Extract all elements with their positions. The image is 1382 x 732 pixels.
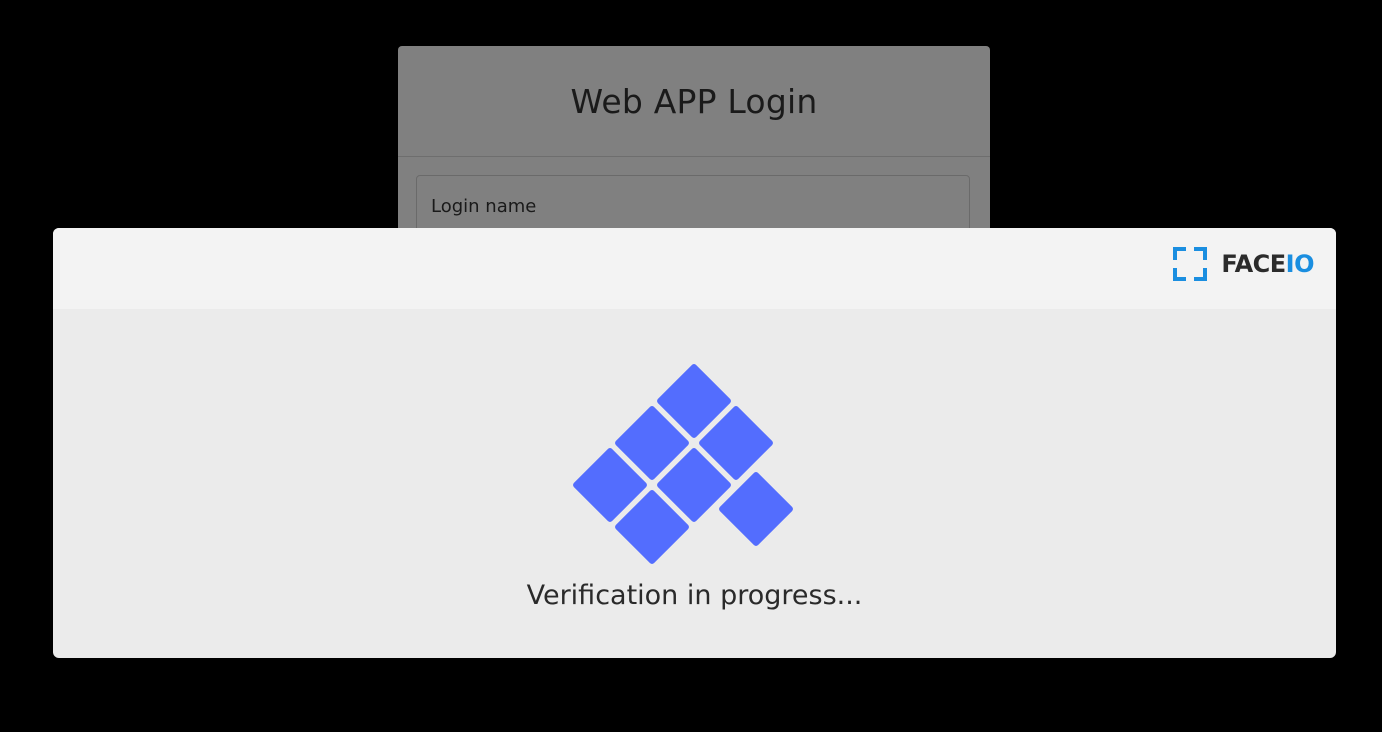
- verification-status: Verification in progress...: [526, 580, 863, 611]
- login-name-placeholder: Login name: [431, 196, 537, 217]
- faceio-wordmark: FACEIO: [1221, 250, 1314, 278]
- faceio-logo: FACEIO: [1173, 247, 1315, 281]
- login-title: Web APP Login: [570, 81, 818, 121]
- faceio-face-text: FACE: [1221, 250, 1286, 278]
- faceio-io-text: IO: [1285, 250, 1315, 278]
- login-header: Web APP Login: [398, 46, 990, 157]
- modal-header: FACEIO: [53, 228, 1336, 309]
- faceio-modal: FACEIO Verification in progress...: [53, 228, 1336, 658]
- login-name-field[interactable]: Login name: [416, 175, 970, 235]
- page: Web APP Login Login name FACEIO Verifica…: [0, 0, 1382, 732]
- tile-loader-icon: [573, 364, 793, 564]
- face-frame-icon: [1173, 247, 1208, 281]
